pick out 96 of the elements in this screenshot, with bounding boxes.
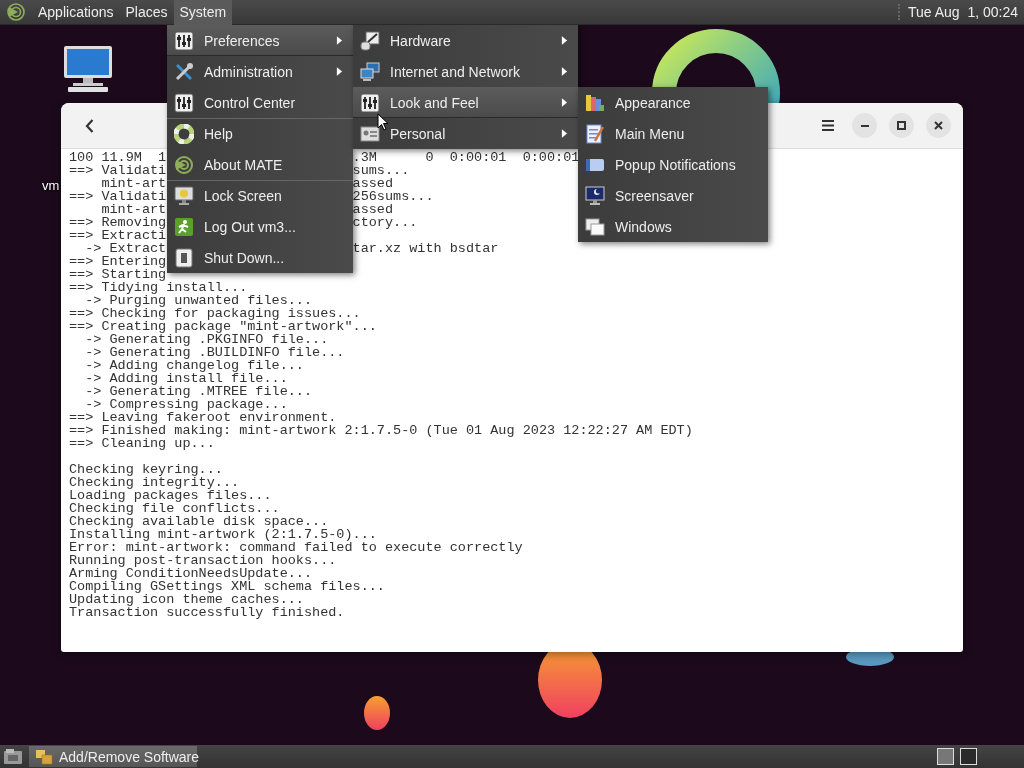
terminal-line: Compiling GSettings XML schema files... [69, 579, 385, 594]
menu-item[interactable]: Personal [353, 118, 578, 149]
menu-item[interactable]: Screensaver [578, 180, 768, 211]
tools-icon [174, 61, 194, 82]
computers-icon [360, 61, 380, 82]
terminal-line: Loading packages files... [69, 488, 272, 503]
terminal-line: 256sums... [352, 189, 434, 204]
terminal-line: -> Extract [84, 241, 167, 256]
menu-item[interactable]: Shut Down... [167, 242, 353, 273]
menu-item[interactable]: Popup Notifications [578, 149, 768, 180]
menu-item[interactable]: Log Out vm3... [167, 211, 353, 242]
menu-item[interactable]: Windows [578, 211, 768, 242]
logo-icon [174, 154, 194, 175]
document-pencil-icon [585, 123, 605, 144]
color-swatches-icon [585, 92, 605, 113]
oval-shape [364, 696, 390, 730]
terminal-line: Transaction successfully finished. [69, 605, 345, 620]
terminal-line: ==> Creating package "mint-artwork"... [69, 319, 377, 334]
menu-item[interactable]: Main Menu [578, 118, 768, 149]
terminal-line: assed [352, 202, 394, 217]
terminal-line: Error: mint-artwork: command failed to execute correctly [69, 540, 523, 555]
maximize-icon [897, 121, 906, 130]
panel-menu[interactable]: System [173, 0, 233, 25]
terminal-line: mint-art [100, 176, 167, 191]
show-desktop-icon[interactable] [3, 747, 23, 766]
maximize-button[interactable] [889, 113, 914, 138]
terminal-line: -> Purging unwanted files... [84, 293, 313, 308]
clock[interactable]: Tue Aug 1, 00:24 [898, 4, 1024, 20]
terminal-line: -> Compressing package... [84, 397, 288, 412]
minimize-button[interactable] [852, 113, 877, 138]
terminal-line: ctory... [352, 215, 418, 230]
terminal-line: ==> Validati [69, 189, 167, 204]
terminal-line: ==> Removing [69, 215, 167, 230]
minimize-icon [860, 124, 869, 127]
terminal-line: ==> Finished making: mint-artwork 2:1.7.5-0 (Tue 01 Aug 2023 12:22:27 AM EDT) [69, 423, 693, 438]
menu-item[interactable]: Preferences [167, 25, 353, 56]
menu-item[interactable]: Internet and Network [353, 56, 578, 87]
monitor-night-icon [585, 185, 605, 206]
menu-item[interactable]: Hardware [353, 25, 578, 56]
terminal-line: Checking available disk space... [69, 514, 329, 529]
terminal-line: ==> Cleaning up... [69, 436, 215, 451]
terminal-line: -> Adding changelog file... [84, 358, 304, 373]
chevron-left-icon [85, 118, 94, 133]
mouse-pointer-icon [377, 113, 389, 131]
id-card-icon [360, 123, 380, 144]
panel-menu[interactable]: Places [119, 0, 174, 25]
sliders-icon [174, 92, 194, 113]
computer-icon[interactable] [63, 45, 113, 93]
terminal-line: sums... [352, 163, 410, 178]
terminal-line: Updating icon theme caches... [69, 592, 304, 607]
menu-item[interactable]: About MATE [167, 149, 353, 180]
close-button[interactable] [926, 113, 951, 138]
terminal-line: ==> Validati [69, 163, 167, 178]
terminal-line: ==> Extracti [69, 228, 167, 243]
terminal-line: Checking integrity... [69, 475, 240, 490]
terminal-line: .3M 0 0:00:01 0:00:01 [352, 150, 580, 165]
sliders-icon [174, 30, 194, 51]
menu-item[interactable]: Help [167, 118, 353, 149]
taskbar-button[interactable]: Add/Remove Software [29, 746, 197, 767]
terminal-line: ==> Tidying install... [69, 280, 248, 295]
menu-item[interactable]: Lock Screen [167, 180, 353, 211]
panel-menu[interactable]: Applications [32, 0, 120, 25]
lifebuoy-icon [174, 124, 194, 144]
menu-item[interactable]: Administration [167, 56, 353, 87]
terminal-line: ==> Entering [69, 254, 167, 269]
terminal-line: -> Generating .BUILDINFO file... [84, 345, 345, 360]
terminal-line: assed [352, 176, 394, 191]
package-icon [35, 748, 53, 765]
pen-tablet-icon [360, 30, 380, 51]
terminal-line: tar.xz with bsdtar [352, 241, 499, 256]
mate-logo-icon[interactable] [6, 2, 26, 22]
close-icon [934, 121, 943, 130]
exit-icon [174, 216, 194, 237]
switch-icon [174, 247, 194, 268]
menu-item[interactable]: Appearance [578, 87, 768, 118]
terminal-line: 100 11.9M 1 [69, 150, 167, 165]
menu-item[interactable]: Control Center [167, 87, 353, 118]
terminal-line: Arming ConditionNeedsUpdate... [69, 566, 313, 581]
menu-icon [821, 120, 834, 131]
terminal-line: Installing mint-artwork (2:1.7.5-0)... [69, 527, 377, 542]
terminal-line: ==> Checking for packaging issues... [69, 306, 361, 321]
terminal-line: -> Adding install file... [84, 371, 288, 386]
terminal-line: -> Generating .PKGINFO file... [84, 332, 329, 347]
menu-item[interactable]: Look and Feel [353, 87, 578, 118]
terminal-line: -> Generating .MTREE file... [84, 384, 313, 399]
terminal-line: Checking keyring... [69, 462, 223, 477]
windows-icon [585, 216, 605, 237]
terminal-line: mint-art [100, 202, 167, 217]
terminal-line: Running post-transaction hooks... [69, 553, 337, 568]
terminal-line: Checking file conflicts... [69, 501, 280, 516]
monitor-icon [174, 186, 194, 206]
terminal-line: ==> Leaving fakeroot environment. [69, 410, 337, 425]
sliders-icon [360, 92, 380, 113]
terminal-line: ==> Starting [69, 267, 167, 282]
workspace-button[interactable] [960, 748, 977, 765]
desktop-icon-label[interactable]: vm [42, 178, 60, 193]
